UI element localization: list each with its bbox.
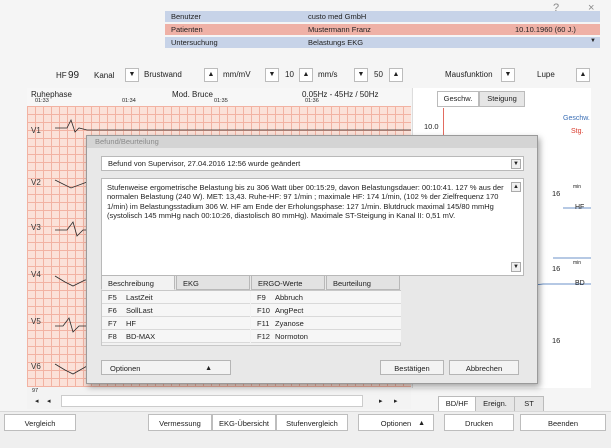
gain-unit: mm/mV xyxy=(223,70,251,79)
fkey-f5[interactable]: F5 LastZeit xyxy=(102,291,250,304)
text-module-list: F5 LastZeit F6 SollLast F7 HF F8 BD-MAX F9 Ab… xyxy=(101,290,401,346)
lead-label-v1: V1 xyxy=(31,126,41,135)
nav-first-icon[interactable]: ◂ xyxy=(35,397,39,405)
fkey-f6[interactable]: F6 SollLast xyxy=(102,304,250,317)
unit-min-1: min xyxy=(573,184,582,190)
tab-ereignisse[interactable]: Ereign. xyxy=(475,396,515,412)
tab-bd-hf[interactable]: BD/HF xyxy=(438,396,476,412)
finding-version-dropdown-icon[interactable]: ▼ xyxy=(511,159,521,169)
ekg-overview-button[interactable]: EKG-Übersicht xyxy=(212,414,276,431)
ecg-scrollbar[interactable] xyxy=(61,395,363,407)
lead-label-v3: V3 xyxy=(31,223,41,232)
mouse-function-label: Mausfunktion xyxy=(445,70,493,79)
label-hf: HF xyxy=(575,204,585,211)
options-arrow-icon: ▲ xyxy=(205,365,212,372)
kanal-dropdown-button[interactable]: ▼ xyxy=(125,68,139,82)
speed-increase-button[interactable]: ▲ xyxy=(299,68,313,82)
fkey-f8[interactable]: F8 BD-MAX xyxy=(102,330,250,343)
fkey-f12[interactable]: F12 Normoton xyxy=(251,330,401,343)
finding-version-value: Befund von Supervisor, 27.04.2016 12:56 … xyxy=(108,159,301,168)
tab-st[interactable]: ST xyxy=(514,396,544,412)
trend-value-1: 16 xyxy=(552,189,561,198)
findings-dialog: Befund/Beurteilung Befund von Supervisor… xyxy=(86,135,538,384)
tab-beschreibung[interactable]: Beschreibung xyxy=(101,275,175,290)
gain-dropdown-button[interactable]: ▼ xyxy=(265,68,279,82)
speed-dropdown-button[interactable]: ▼ xyxy=(354,68,368,82)
bottom-options-arrow-icon: ▲ xyxy=(418,420,425,427)
lead-label-v4: V4 xyxy=(31,270,41,279)
fkey-f10[interactable]: F10 AngPect xyxy=(251,304,401,317)
report-textarea[interactable]: Stufenweise ergometrische Belastung bis … xyxy=(101,178,524,276)
mouse-function-dropdown-button[interactable]: ▼ xyxy=(501,68,515,82)
kanal-value: Brustwand xyxy=(144,70,182,79)
lead-label-v6: V6 xyxy=(31,362,41,371)
ecg-info-bar: Ruhephase Mod. Bruce 0.05Hz - 45Hz / 50H… xyxy=(27,88,411,106)
tab-beurteilung[interactable]: Beurteilung xyxy=(326,275,400,290)
trend-value-2: 16 xyxy=(552,264,561,273)
hf-value: 99 xyxy=(68,70,80,81)
gain-value: 10 xyxy=(285,70,294,79)
speed-up-button[interactable]: ▲ xyxy=(389,68,403,82)
unit-min-2: min xyxy=(573,260,582,266)
bottom-options-button[interactable]: Optionen ▲ xyxy=(358,414,434,431)
lead-label-v2: V2 xyxy=(31,178,41,187)
header-label-exam: Untersuchung xyxy=(165,37,302,49)
confirm-button[interactable]: Bestätigen xyxy=(380,360,444,375)
mouse-function-value: Lupe xyxy=(537,70,555,79)
cancel-button[interactable]: Abbrechen xyxy=(449,360,519,375)
fkey-f9[interactable]: F9 Abbruch xyxy=(251,291,401,304)
fkey-f7[interactable]: F7 HF xyxy=(102,317,250,330)
speed-unit: mm/s xyxy=(318,70,338,79)
lead-label-v5: V5 xyxy=(31,317,41,326)
report-scroll-down-icon[interactable]: ▼ xyxy=(511,262,521,272)
header-label-patient: Patienten xyxy=(165,24,302,36)
compare-button[interactable]: Vergleich xyxy=(4,414,76,431)
dialog-title: Befund/Beurteilung xyxy=(87,136,537,148)
report-scroll-up-icon[interactable]: ▲ xyxy=(511,182,521,192)
header-label-user: Benutzer xyxy=(165,11,302,23)
exam-dropdown-icon[interactable]: ▼ xyxy=(590,38,596,44)
ecg-time-2: 01:34 xyxy=(122,98,136,104)
header-patient-birthdate: 10.10.1960 (60 J.) xyxy=(515,25,576,34)
header-value-exam: Belastungs EKG xyxy=(302,37,600,49)
label-geschw: Geschw. xyxy=(563,115,590,122)
ecg-time-4: 01:36 xyxy=(305,98,319,104)
axis-value: 10.0 xyxy=(424,122,439,131)
exit-button[interactable]: Beenden xyxy=(520,414,606,431)
speed-value: 50 xyxy=(374,70,383,79)
fkey-f11[interactable]: F11 Zyanose xyxy=(251,317,401,330)
print-button[interactable]: Drucken xyxy=(444,414,514,431)
tab-ekg[interactable]: EKG xyxy=(176,275,250,290)
trend-value-3: 16 xyxy=(552,336,561,345)
ecg-nav-value: 97 xyxy=(32,388,39,394)
measure-button[interactable]: Vermessung xyxy=(148,414,212,431)
options-button[interactable]: Optionen ▲ xyxy=(101,360,231,375)
ecg-time-3: 01:35 xyxy=(214,98,228,104)
tab-geschwindigkeit[interactable]: Geschw. xyxy=(437,91,479,107)
label-stg: Stg. xyxy=(571,128,584,135)
nav-last-icon[interactable]: ▸ xyxy=(394,397,398,405)
ecg-navigation-bar: 97 ◂ ◂ ▸ ▸ xyxy=(27,387,411,409)
stage-compare-button[interactable]: Stufenvergleich xyxy=(276,414,348,431)
nav-prev-icon[interactable]: ◂ xyxy=(47,397,51,405)
tab-ergo-werte[interactable]: ERGO-Werte xyxy=(251,275,325,290)
report-text: Stufenweise ergometrische Belastung bis … xyxy=(107,183,504,221)
ecg-time-1: 01:33 xyxy=(35,98,49,104)
mouse-function-up-button[interactable]: ▲ xyxy=(576,68,590,82)
hf-label: HF xyxy=(56,71,67,80)
label-bd: BD xyxy=(575,280,585,287)
tab-steigung[interactable]: Steigung xyxy=(479,91,525,107)
finding-version-select[interactable]: Befund von Supervisor, 27.04.2016 12:56 … xyxy=(101,156,524,171)
header-value-user: custo med GmbH xyxy=(302,11,600,23)
nav-next-icon[interactable]: ▸ xyxy=(379,397,383,405)
gain-increase-button[interactable]: ▲ xyxy=(204,68,218,82)
kanal-label: Kanal xyxy=(94,71,115,80)
ecg-protocol: Mod. Bruce xyxy=(172,90,213,99)
